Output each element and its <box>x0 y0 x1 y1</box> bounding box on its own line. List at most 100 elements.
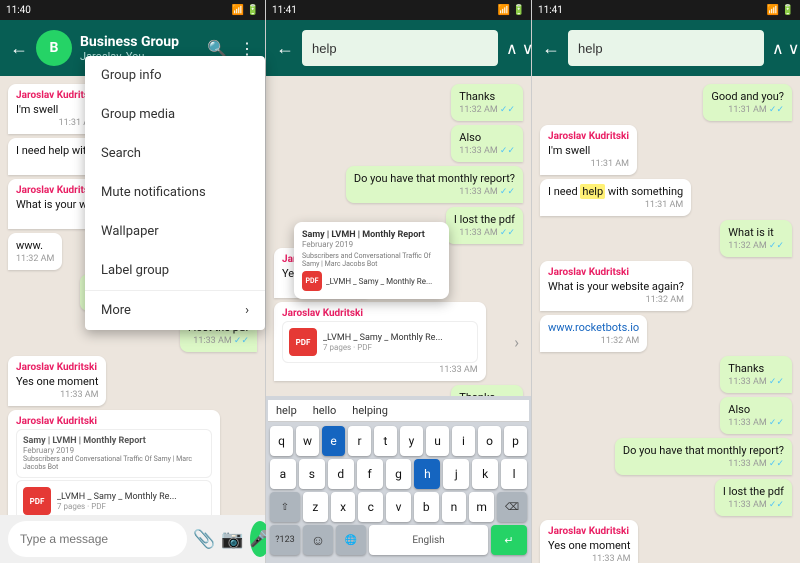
search-input-3[interactable] <box>578 41 754 56</box>
msg2-pdf-1: Jaroslav Kudritski PDF _LVMH _ Samy _ Mo… <box>274 302 486 381</box>
msg3-text-s4: Also <box>728 403 784 416</box>
key-y[interactable]: y <box>400 426 423 456</box>
more-icon-1[interactable]: ⋮ <box>239 39 255 58</box>
back-btn-2[interactable]: ← <box>276 38 294 59</box>
dropdown-more[interactable]: More › <box>85 291 265 330</box>
dropdown-label[interactable]: Label group <box>85 251 265 290</box>
more-arrow-icon: › <box>245 303 249 318</box>
msg2-sent-1: Thanks 11:32 AM ✓✓ <box>451 84 523 121</box>
suggestion-1[interactable]: help <box>276 404 297 417</box>
key-t[interactable]: t <box>374 426 397 456</box>
forward-icon-2[interactable]: › <box>514 332 519 351</box>
camera-icon-1[interactable]: 📷 <box>221 529 243 550</box>
key-f[interactable]: f <box>357 459 383 489</box>
key-a[interactable]: a <box>270 459 296 489</box>
key-shift[interactable]: ⇧ <box>270 492 300 522</box>
key-g[interactable]: g <box>386 459 412 489</box>
key-num[interactable]: ?123 <box>270 525 300 555</box>
msg3-sent-4: Also 11:33 AM ✓✓ <box>720 397 792 434</box>
msg3-sent-3: Thanks 11:33 AM ✓✓ <box>720 356 792 393</box>
attach-icon-1[interactable]: 📎 <box>193 529 215 550</box>
key-x[interactable]: x <box>331 492 356 522</box>
dropdown-mute[interactable]: Mute notifications <box>85 173 265 212</box>
key-row-4: ?123 ☺ 🌐 English ↵ <box>270 525 527 555</box>
sender-pdf-name-1: Jaroslav Kudritski <box>16 416 212 427</box>
pdf-icon-1: PDF <box>23 487 51 515</box>
key-p[interactable]: p <box>504 426 527 456</box>
key-u[interactable]: u <box>426 426 449 456</box>
key-emoji[interactable]: ☺ <box>303 525 333 555</box>
key-l[interactable]: l <box>501 459 527 489</box>
key-r[interactable]: r <box>348 426 371 456</box>
msg2-pdf-file[interactable]: PDF _LVMH _ Samy _ Monthly Re... 7 pages… <box>282 321 478 363</box>
msg3-sent-2: What is it 11:32 AM ✓✓ <box>720 220 792 257</box>
msg3-text-s3: Thanks <box>728 362 784 375</box>
msg3-time-s2: 11:32 AM ✓✓ <box>728 241 784 251</box>
key-globe[interactable]: 🌐 <box>336 525 366 555</box>
suggestion-3[interactable]: helping <box>352 404 388 417</box>
dropdown-group-info[interactable]: Group info <box>85 56 265 95</box>
key-m[interactable]: m <box>469 492 494 522</box>
msg3-text-r4: www.rocketbots.io <box>548 321 639 334</box>
back-btn-3[interactable]: ← <box>542 38 560 59</box>
header-icons-1: 🔍 ⋮ <box>207 39 255 58</box>
key-v[interactable]: v <box>386 492 411 522</box>
pdf-preview-text-1: Samy | LVMH | Monthly Report February 20… <box>23 436 205 471</box>
status-icons-3: 📶 🔋 <box>767 5 794 16</box>
pdf-popup-title: Samy | LVMH | Monthly Report <box>302 230 441 240</box>
msg3-time-s5: 11:33 AM ✓✓ <box>623 459 784 469</box>
pdf-popup-sub: February 2019 <box>302 240 441 249</box>
status-bar-2: 11:41 📶 🔋 <box>266 0 531 20</box>
msg2-pdf-icon: PDF <box>289 328 317 356</box>
key-space[interactable]: English <box>369 525 488 555</box>
key-j[interactable]: j <box>443 459 469 489</box>
key-z[interactable]: z <box>303 492 328 522</box>
search-input-2[interactable] <box>312 41 488 56</box>
key-b[interactable]: b <box>414 492 439 522</box>
keyboard-suggestions: help hello helping <box>268 400 529 422</box>
back-button-1[interactable]: ← <box>10 38 28 59</box>
pdf-filename-1: _LVMH _ Samy _ Monthly Re... <box>57 492 177 502</box>
msg-text-4: www. <box>16 239 54 252</box>
message-input-1[interactable] <box>8 521 187 557</box>
dropdown-wallpaper[interactable]: Wallpaper <box>85 212 265 251</box>
arrow-down-icon-3[interactable]: ∨ <box>788 39 800 58</box>
search-arrows-2: ∧ ∨ <box>506 39 533 58</box>
key-e[interactable]: e <box>322 426 345 456</box>
key-s[interactable]: s <box>299 459 325 489</box>
key-q[interactable]: q <box>270 426 293 456</box>
key-c[interactable]: c <box>358 492 383 522</box>
pdf-popup-2[interactable]: Samy | LVMH | Monthly Report February 20… <box>294 222 449 299</box>
msg2-pdf-filename: _LVMH _ Samy _ Monthly Re... <box>323 333 443 343</box>
key-backspace[interactable]: ⌫ <box>497 492 527 522</box>
search-bar-3 <box>568 30 764 66</box>
key-enter[interactable]: ↵ <box>491 525 527 555</box>
key-h[interactable]: h <box>414 459 440 489</box>
pdf-file-1[interactable]: PDF _LVMH _ Samy _ Monthly Re... 7 pages… <box>16 480 212 515</box>
msg-received-5: Jaroslav Kudritski Yes one moment 11:33 … <box>8 356 106 406</box>
key-d[interactable]: d <box>328 459 354 489</box>
keyboard-rows: q w e r t y u i o p a s d f g h j k l <box>268 422 529 559</box>
msg3-time-r3: 11:32 AM <box>548 295 684 305</box>
pdf-attachment-1[interactable]: Samy | LVMH | Monthly Report February 20… <box>16 429 212 478</box>
arrow-up-icon-3[interactable]: ∧ <box>772 39 784 58</box>
msg3-sent-6: I lost the pdf 11:33 AM ✓✓ <box>715 479 792 516</box>
key-w[interactable]: w <box>296 426 319 456</box>
pdf-title-1: Samy | LVMH | Monthly Report <box>23 436 205 446</box>
pdf-popup-filename: _LVMH _ Samy _ Monthly Re... <box>326 277 432 286</box>
msg3-sent-5: Do you have that monthly report? 11:33 A… <box>615 438 792 475</box>
dropdown-menu-1: Group info Group media Search Mute notif… <box>85 56 265 330</box>
arrow-up-icon-2[interactable]: ∧ <box>506 39 518 58</box>
dropdown-group-media[interactable]: Group media <box>85 95 265 134</box>
msg3-received-4: www.rocketbots.io 11:32 AM <box>540 315 647 352</box>
suggestion-2[interactable]: hello <box>313 404 337 417</box>
msg3-text-s5: Do you have that monthly report? <box>623 444 784 457</box>
key-o[interactable]: o <box>478 426 501 456</box>
search-icon-1[interactable]: 🔍 <box>207 39 227 58</box>
key-n[interactable]: n <box>442 492 467 522</box>
msg2-text-s2: Also <box>459 131 515 144</box>
key-i[interactable]: i <box>452 426 475 456</box>
dropdown-search[interactable]: Search <box>85 134 265 173</box>
key-k[interactable]: k <box>472 459 498 489</box>
status-time-1: 11:40 <box>6 5 31 16</box>
